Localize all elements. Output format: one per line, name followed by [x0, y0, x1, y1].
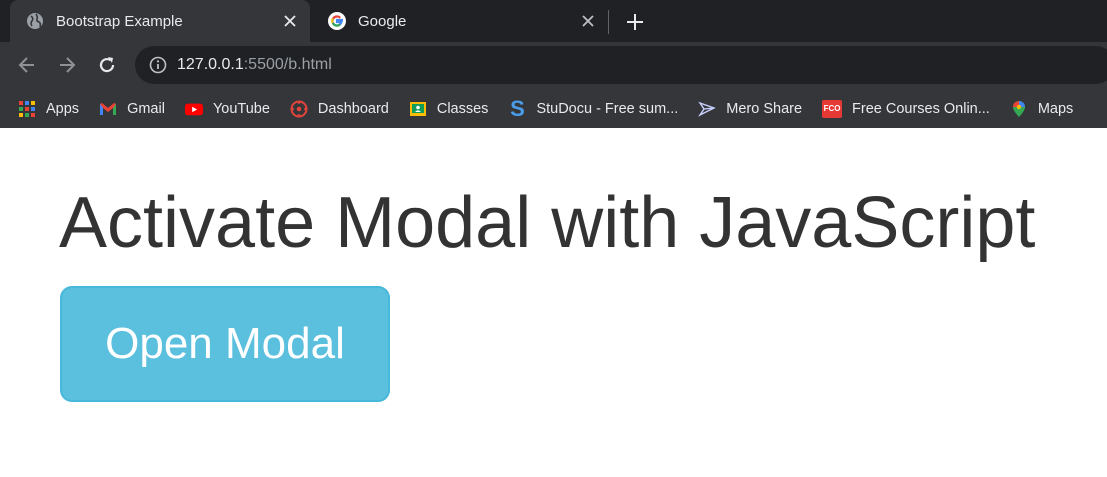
bookmark-maps[interactable]: Maps	[1010, 100, 1073, 118]
tab-title: Google	[358, 12, 407, 30]
url-text: 127.0.0.1:5500/b.html	[177, 56, 332, 74]
tab-strip: Bootstrap Example Google	[0, 0, 1107, 42]
info-icon[interactable]	[149, 56, 167, 74]
close-tab-icon[interactable]	[278, 9, 302, 33]
reload-button[interactable]	[94, 52, 120, 78]
open-modal-button[interactable]: Open Modal	[60, 286, 390, 402]
arrow-right-icon	[60, 57, 76, 73]
google-classroom-icon	[409, 101, 426, 116]
bookmark-studocu[interactable]: S StuDocu - Free sum...	[508, 95, 679, 121]
plus-icon	[627, 14, 643, 30]
bookmark-label: Gmail	[127, 100, 165, 117]
new-tab-button[interactable]	[622, 9, 648, 35]
tab-google[interactable]: Google	[312, 0, 608, 42]
bookmarks-bar: Apps Gmail YouTube Dashboard Classes S S…	[0, 89, 1107, 128]
bookmark-label: Classes	[436, 100, 489, 117]
reload-icon	[99, 57, 115, 73]
page-content: Activate Modal with JavaScript Open Moda…	[0, 128, 1107, 477]
fco-icon: FCO	[822, 99, 843, 118]
arrow-left-icon	[18, 57, 34, 73]
browser-chrome: Bootstrap Example Google 127.0.0.1:5500/…	[0, 0, 1107, 128]
url-host: 127.0.0.1	[177, 56, 244, 73]
back-button[interactable]	[14, 52, 40, 78]
apps-grid-icon	[19, 100, 35, 117]
bookmark-youtube[interactable]: YouTube	[184, 100, 270, 118]
bookmark-label: Mero Share	[726, 100, 803, 117]
bookmark-label: Apps	[46, 100, 80, 117]
bookmark-label: Free Courses Onlin...	[852, 100, 990, 117]
page-title: Activate Modal with JavaScript	[59, 183, 1036, 263]
bookmark-gmail[interactable]: Gmail	[99, 100, 165, 118]
bookmark-dashboard[interactable]: Dashboard	[290, 100, 389, 118]
bookmark-classes[interactable]: Classes	[409, 100, 489, 118]
globe-icon	[27, 13, 43, 29]
dashboard-icon	[290, 100, 308, 117]
bookmark-label: Maps	[1037, 100, 1074, 117]
mero-share-icon	[698, 101, 717, 117]
close-tab-icon[interactable]	[576, 9, 600, 33]
tab-bootstrap-example[interactable]: Bootstrap Example	[10, 0, 310, 42]
bookmark-mero-share[interactable]: Mero Share	[698, 100, 802, 118]
gmail-icon	[100, 102, 117, 115]
studocu-icon: S	[510, 95, 525, 121]
browser-toolbar: 127.0.0.1:5500/b.html	[0, 42, 1107, 89]
youtube-icon	[184, 103, 203, 115]
tab-separator	[608, 10, 609, 34]
bookmark-label: YouTube	[212, 100, 270, 117]
tab-title: Bootstrap Example	[56, 12, 183, 30]
url-path: :5500/b.html	[243, 56, 332, 73]
bookmark-label: StuDocu - Free sum...	[536, 100, 679, 117]
bookmark-free-courses-online[interactable]: FCO Free Courses Onlin...	[822, 99, 990, 118]
forward-button[interactable]	[54, 52, 80, 78]
bookmark-label: Dashboard	[317, 100, 389, 117]
google-icon	[328, 12, 346, 30]
fco-icon-text: FCO	[823, 104, 841, 113]
address-bar[interactable]: 127.0.0.1:5500/b.html	[135, 46, 1107, 84]
bookmark-apps[interactable]: Apps	[18, 100, 79, 118]
maps-pin-icon	[1012, 100, 1025, 117]
